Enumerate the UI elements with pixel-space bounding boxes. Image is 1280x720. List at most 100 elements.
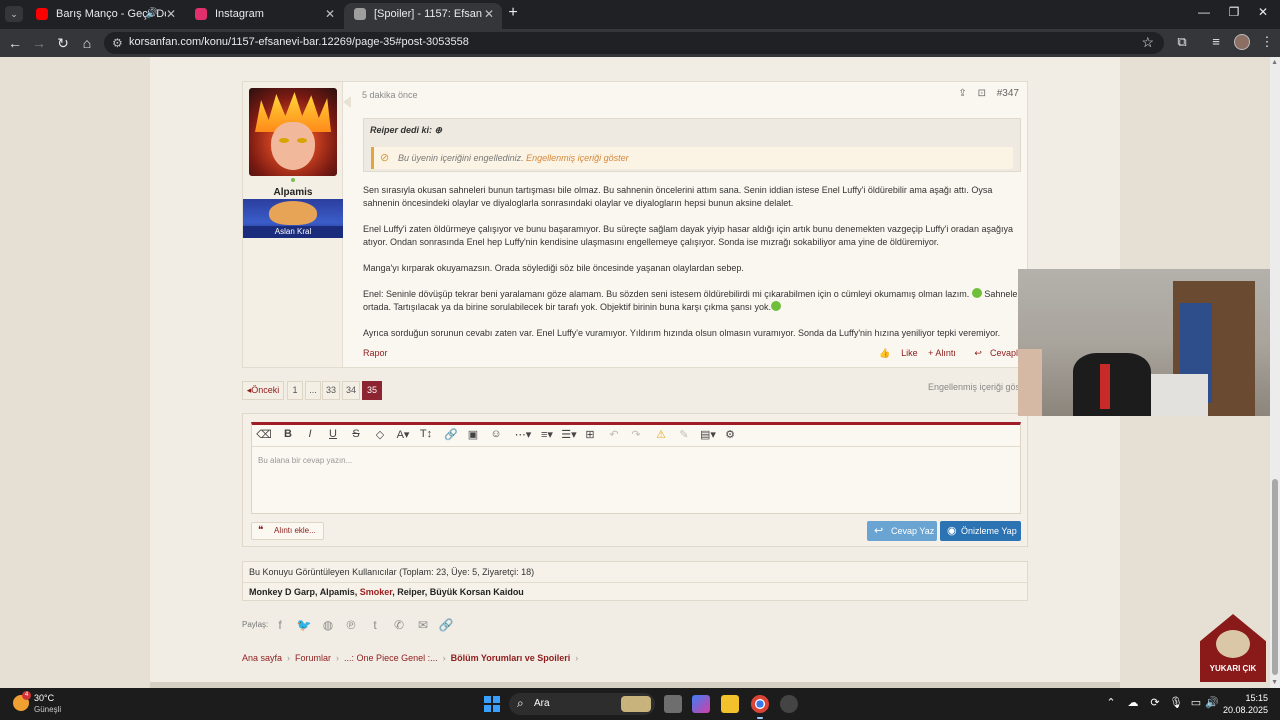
pagination-ellipsis[interactable]: ... — [305, 381, 321, 400]
minimize-icon[interactable]: — — [1197, 5, 1211, 19]
weather-temp[interactable]: 30°C — [34, 693, 54, 703]
tumblr-icon[interactable]: t — [367, 618, 383, 632]
weather-desc[interactable]: Güneşli — [34, 705, 61, 714]
email-icon[interactable]: ✉ — [415, 618, 431, 632]
breadcrumb-item[interactable]: Forumlar — [295, 653, 331, 663]
report-link[interactable]: Rapor — [363, 348, 388, 358]
pagination-page[interactable]: 34 — [342, 381, 360, 400]
close-tab-icon[interactable]: ✕ — [484, 3, 494, 25]
scroll-thumb[interactable] — [1272, 479, 1278, 675]
viewer-name[interactable]: Monkey D Garp — [249, 587, 315, 597]
clock-date[interactable]: 20.08.2025 — [1222, 705, 1268, 715]
bold-icon[interactable]: B — [280, 428, 296, 440]
spoiler-warning-icon[interactable]: ⚠ — [653, 428, 669, 441]
clock-time[interactable]: 15:15 — [1236, 693, 1268, 703]
italic-icon[interactable]: I — [302, 428, 318, 440]
close-tab-icon[interactable]: ✕ — [166, 3, 176, 25]
microphone-icon[interactable]: 🎙 — [1169, 696, 1183, 709]
post-reply-button[interactable]: ↩ Cevap Yaz — [867, 521, 937, 541]
pagination-current[interactable]: 35 — [362, 381, 382, 400]
menu-icon[interactable]: ⋮ — [1259, 34, 1275, 50]
tab-search-button[interactable]: ⌄ — [5, 6, 23, 22]
underline-icon[interactable]: U — [325, 428, 341, 440]
bookmark-icon[interactable]: ⊡ — [978, 88, 986, 99]
settings-icon[interactable]: ⚙ — [722, 428, 738, 441]
show-blocked-link[interactable]: Engellenmiş içeriği göster — [526, 153, 629, 163]
volume-icon[interactable]: 🔊 — [1205, 696, 1219, 709]
twitter-icon[interactable]: 🐦 — [296, 618, 312, 632]
breadcrumb-item[interactable]: Ana sayfa — [242, 653, 282, 663]
close-tab-icon[interactable]: ✕ — [325, 3, 335, 25]
app-icon[interactable] — [780, 695, 798, 713]
breadcrumb-item[interactable]: Bölüm Yorumları ve Spoileri — [451, 653, 571, 663]
home-button[interactable]: ⌂ — [79, 35, 95, 51]
chrome-icon[interactable] — [751, 695, 769, 713]
like-button[interactable]: 👍 Like — [871, 348, 917, 358]
image-icon[interactable]: ▣ — [465, 428, 481, 441]
tab-korsanfan[interactable]: [Spoiler] - 1157: Efsanevi Bar | Korsan … — [344, 3, 502, 29]
clear-format-icon[interactable]: ⌫ — [256, 428, 272, 441]
font-family-icon[interactable]: A▾ — [395, 428, 411, 441]
restore-icon[interactable]: ❐ — [1227, 5, 1241, 19]
more-options-icon[interactable]: ⋯▾ — [511, 428, 535, 441]
show-blocked-content-link[interactable]: Engellenmiş içeriği göster — [928, 382, 1031, 392]
scroll-down-icon[interactable]: ▼ — [1271, 679, 1278, 686]
redo-icon[interactable]: ↷ — [628, 428, 644, 441]
toggle-bbcode-icon[interactable]: ✎ — [676, 428, 692, 441]
viewer-name[interactable]: Reiper — [397, 587, 425, 597]
breadcrumb-item[interactable]: ...: One Piece Genel :... — [344, 653, 438, 663]
close-window-icon[interactable]: ✕ — [1256, 5, 1270, 19]
url-text[interactable]: korsanfan.com/konu/1157-efsanevi-bar.122… — [129, 36, 469, 48]
pagination-page[interactable]: 1 — [287, 381, 303, 400]
insert-quote-button[interactable]: ❝ Alıntı ekle... — [251, 522, 324, 540]
copilot-icon[interactable] — [692, 695, 710, 713]
reply-button[interactable]: ↩ Cevapla — [966, 348, 1023, 358]
reading-list-icon[interactable]: ≡ — [1208, 34, 1224, 49]
show-hidden-icons[interactable]: ⌃ — [1104, 696, 1118, 709]
drafts-icon[interactable]: ▤▾ — [698, 428, 718, 441]
preview-button[interactable]: ◉ Önizleme Yap — [940, 521, 1021, 541]
link-icon[interactable]: 🔗 — [443, 428, 459, 441]
quote-author[interactable]: Reiper dedi ki: ⊕ — [370, 125, 442, 136]
whatsapp-icon[interactable]: ✆ — [391, 618, 407, 632]
font-size-icon[interactable]: T↕ — [418, 428, 434, 440]
start-button[interactable] — [484, 696, 500, 712]
reload-button[interactable]: ↻ — [55, 35, 71, 51]
post-number[interactable]: #347 — [997, 88, 1019, 99]
site-info-icon[interactable]: ⚙ — [112, 36, 123, 50]
page-scrollbar[interactable]: ▲ ▼ — [1270, 57, 1280, 688]
viewer-name[interactable]: Alpamis — [320, 587, 355, 597]
forward-button[interactable]: → — [31, 35, 47, 51]
pagination-page[interactable]: 33 — [322, 381, 340, 400]
pagination-prev[interactable]: ◂Önceki — [242, 381, 284, 400]
facebook-icon[interactable]: f — [272, 618, 288, 632]
bookmark-star-icon[interactable]: ☆ — [1141, 34, 1154, 51]
align-icon[interactable]: ≡▾ — [536, 428, 558, 441]
scroll-to-top-button[interactable]: YUKARI ÇIK — [1200, 614, 1266, 682]
avatar[interactable] — [249, 88, 337, 176]
file-explorer-icon[interactable] — [721, 695, 739, 713]
pinterest-icon[interactable]: ℗ — [343, 618, 359, 632]
viewer-name[interactable]: Büyük Korsan Kaidou — [430, 587, 524, 597]
audio-playing-icon[interactable]: 🔊 — [146, 3, 158, 25]
back-button[interactable]: ← — [7, 35, 23, 51]
scroll-up-icon[interactable]: ▲ — [1271, 59, 1278, 66]
address-bar[interactable]: ⚙ korsanfan.com/konu/1157-efsanevi-bar.1… — [104, 32, 1164, 54]
list-icon[interactable]: ☰▾ — [558, 428, 580, 441]
sync-tray-icon[interactable]: ⟳ — [1148, 696, 1162, 709]
display-icon[interactable]: ▭ — [1189, 696, 1203, 709]
task-view-icon[interactable] — [664, 695, 682, 713]
emoji-icon[interactable]: ☺ — [488, 428, 504, 440]
network-tray-icon[interactable]: ☁ — [1126, 696, 1140, 709]
share-icon[interactable]: ⇪ — [958, 88, 966, 99]
new-tab-button[interactable]: + — [505, 4, 521, 22]
username[interactable]: Alpamis — [243, 187, 343, 198]
reply-textarea[interactable]: Bu alana bir cevap yazın... — [258, 456, 352, 465]
table-icon[interactable]: ⊞ — [582, 428, 598, 441]
tab-youtube[interactable]: Barış Manço - Geçti Dost Kervanı 🔊 ✕ — [26, 3, 184, 29]
strikethrough-icon[interactable]: S — [348, 428, 364, 440]
taskbar-search[interactable]: ⌕ Ara — [509, 693, 655, 715]
post-time[interactable]: 5 dakika önce — [362, 90, 418, 100]
profile-avatar[interactable] — [1234, 34, 1250, 50]
tab-instagram[interactable]: Instagram ✕ — [185, 3, 343, 29]
